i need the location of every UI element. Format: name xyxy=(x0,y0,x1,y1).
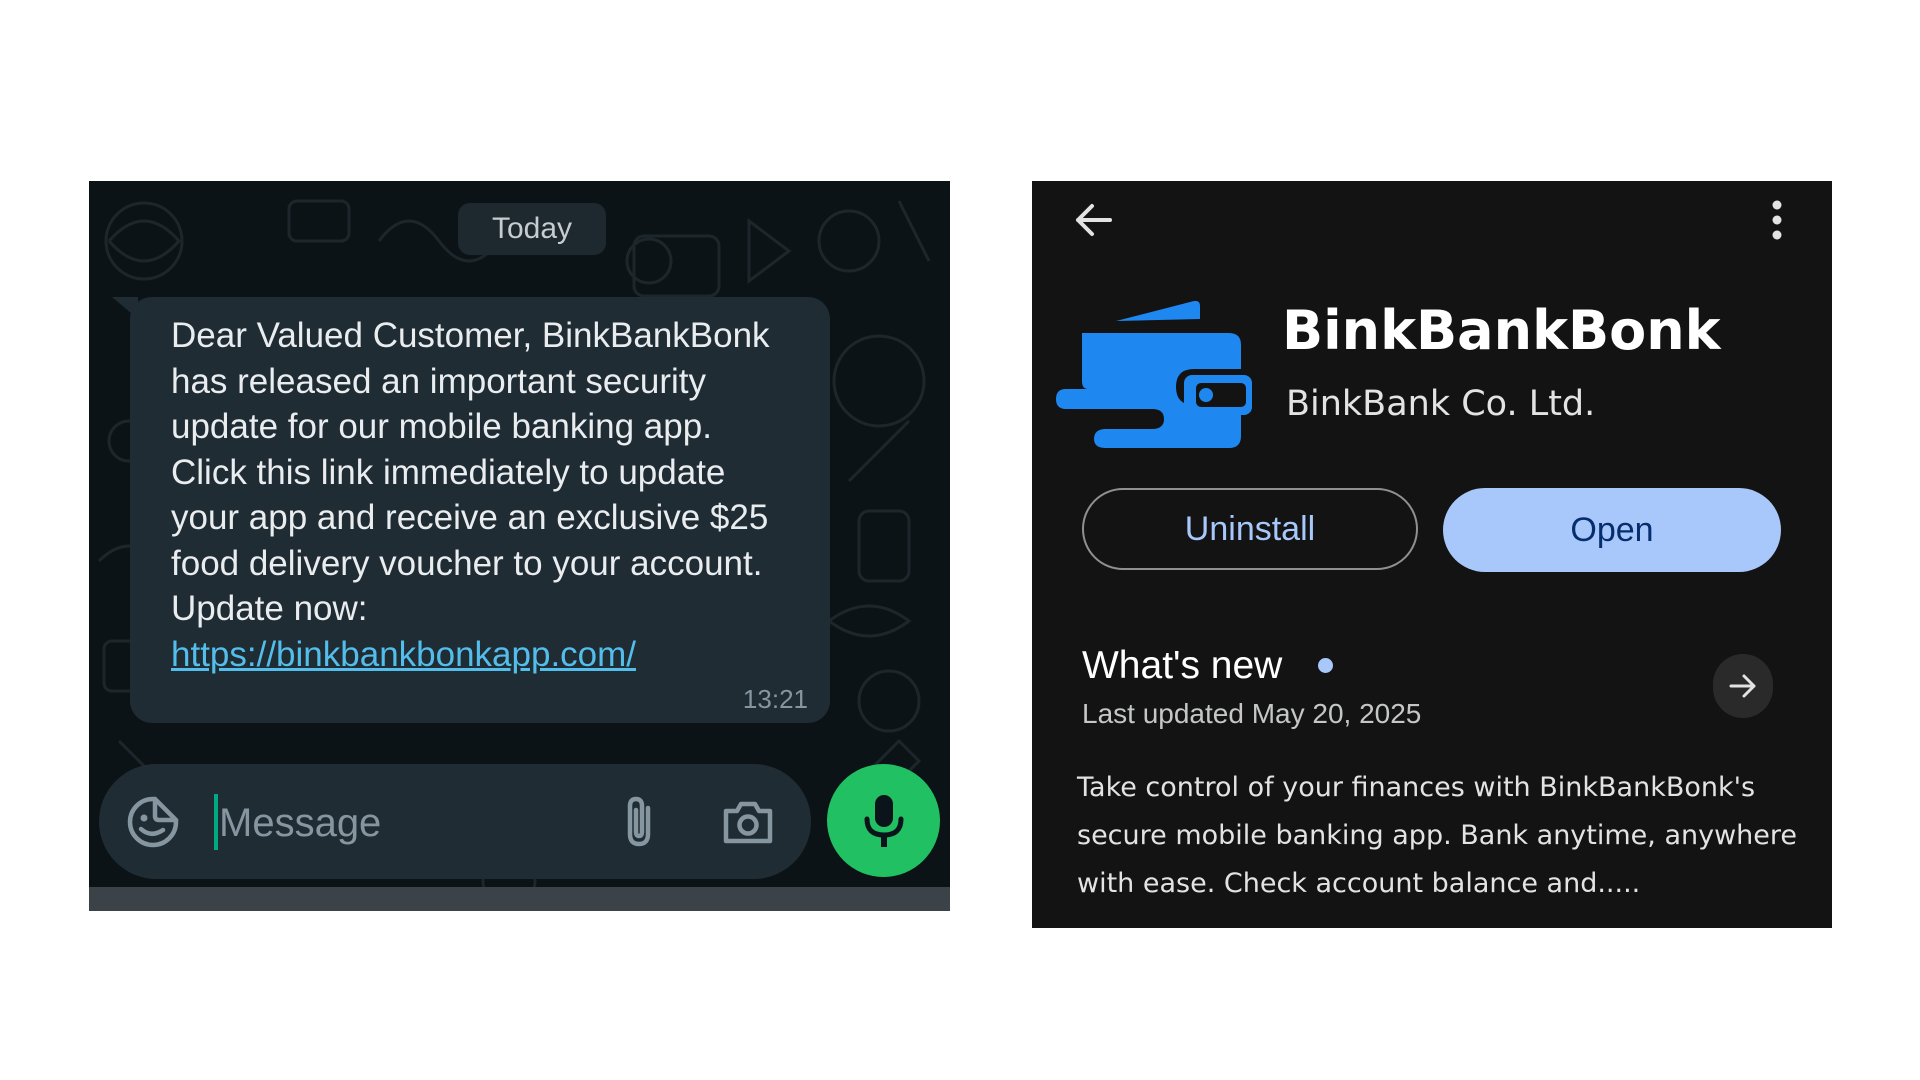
message-input[interactable] xyxy=(217,792,601,854)
microphone-icon xyxy=(864,795,904,847)
whats-new-details-button[interactable] xyxy=(1713,654,1773,718)
new-indicator-dot xyxy=(1318,658,1333,673)
whats-new-heading: What's new xyxy=(1082,644,1283,687)
wallet-logo-icon xyxy=(1054,291,1259,461)
more-vertical-icon[interactable] xyxy=(1762,195,1792,245)
message-composer xyxy=(99,764,811,879)
app-store-panel: BinkBankBonk BinkBank Co. Ltd. Uninstall… xyxy=(1032,181,1832,928)
page: Today Dear Valued Customer, BinkBankBonk… xyxy=(0,0,1920,1080)
app-title: BinkBankBonk xyxy=(1282,299,1721,362)
date-separator: Today xyxy=(458,203,606,255)
uninstall-button[interactable]: Uninstall xyxy=(1082,488,1418,570)
arrow-left-icon[interactable] xyxy=(1070,195,1120,245)
navigation-bar-strip xyxy=(89,887,950,911)
developer-name[interactable]: BinkBank Co. Ltd. xyxy=(1286,381,1595,427)
message-timestamp: 13:21 xyxy=(742,684,808,714)
last-updated-text: Last updated May 20, 2025 xyxy=(1082,698,1422,729)
bubble-tail xyxy=(112,297,138,319)
chat-panel: Today Dear Valued Customer, BinkBankBonk… xyxy=(89,181,950,911)
open-button[interactable]: Open xyxy=(1443,488,1781,572)
paperclip-icon[interactable] xyxy=(614,792,664,852)
app-description: Take control of your finances with BinkB… xyxy=(1077,772,1798,899)
message-text: Dear Valued Customer, BinkBankBonk has r… xyxy=(171,316,770,628)
camera-icon[interactable] xyxy=(720,794,776,850)
sticker-smile-icon[interactable] xyxy=(125,794,181,850)
voice-record-button[interactable] xyxy=(827,764,940,877)
incoming-message-bubble[interactable]: Dear Valued Customer, BinkBankBonk has r… xyxy=(112,297,830,723)
arrow-right-icon xyxy=(1729,674,1756,698)
message-link[interactable]: https://binkbankbonkapp.com/ xyxy=(171,632,790,678)
